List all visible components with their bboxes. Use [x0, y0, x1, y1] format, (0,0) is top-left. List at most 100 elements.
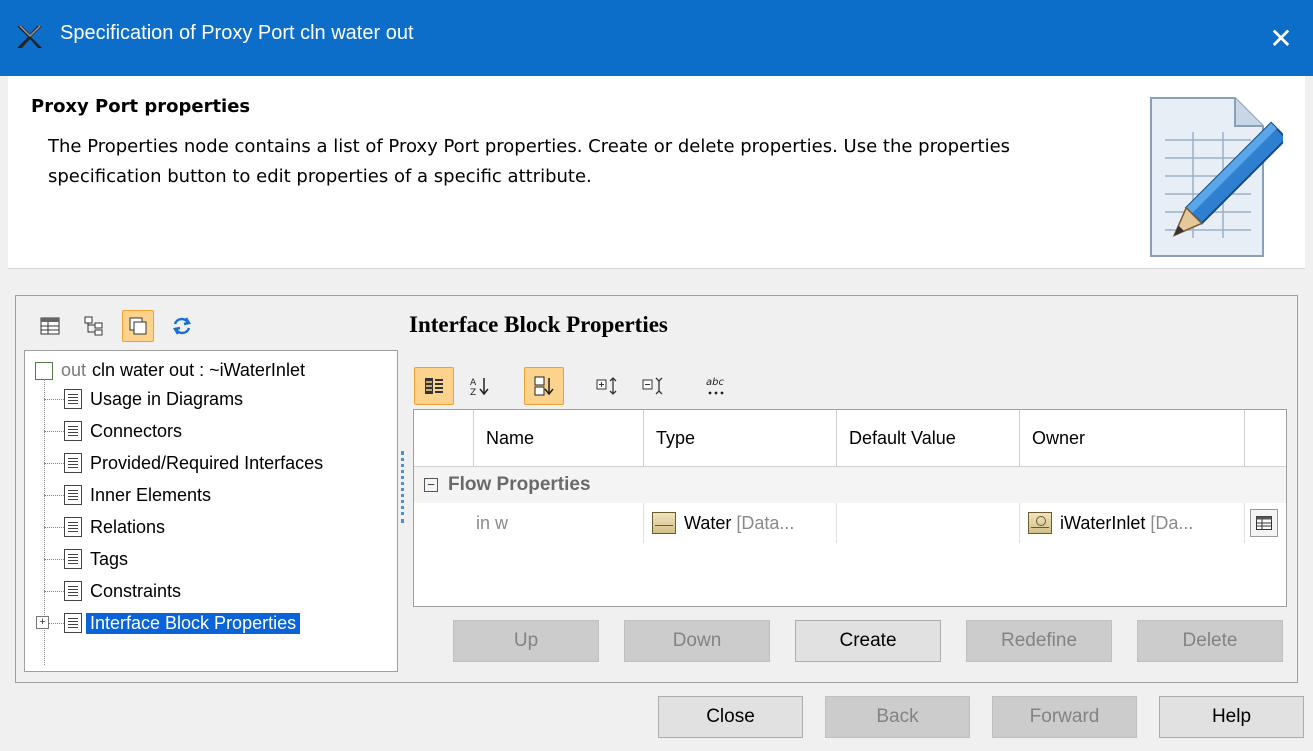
group-by-category-button[interactable]: [414, 367, 454, 405]
tree-item-label: Provided/Required Interfaces: [90, 452, 324, 473]
grid-header: Name Type Default Value Owner: [414, 410, 1286, 467]
sort-alphabetically-button[interactable]: AZ: [460, 367, 500, 405]
header-spacer: [414, 410, 474, 467]
svg-text:Z: Z: [470, 388, 476, 397]
title-bar: Specification of Proxy Port cln water ou…: [0, 0, 1313, 76]
expand-toggle[interactable]: +: [36, 616, 49, 629]
overlap-icon: [129, 317, 147, 335]
window-title: Specification of Proxy Port cln water ou…: [60, 22, 414, 44]
type-suffix: [Data...: [736, 512, 795, 533]
collapse-all-icon: [642, 377, 663, 395]
info-header: Proxy Port properties The Properties nod…: [8, 76, 1305, 269]
tree-item-label: Connectors: [90, 420, 183, 441]
show-table-view-button[interactable]: [34, 310, 66, 342]
node-page-icon: [64, 613, 82, 633]
owner-name: iWaterInlet: [1060, 512, 1146, 533]
open-specification-button[interactable]: [1250, 509, 1278, 537]
column-header-owner[interactable]: Owner: [1020, 410, 1245, 467]
properties-grid: Name Type Default Value Owner − Flow Pro…: [413, 409, 1287, 607]
direction-keyword: out: [61, 360, 87, 380]
cell-owner[interactable]: iWaterInlet [Da...: [1020, 503, 1245, 543]
column-header-default-value[interactable]: Default Value: [837, 410, 1020, 467]
collapse-all-button[interactable]: [634, 367, 674, 405]
tree-item-label: Usage in Diagrams: [90, 388, 244, 409]
column-header-type[interactable]: Type: [644, 410, 837, 467]
sort-az-icon: AZ: [470, 378, 489, 397]
categorize-icon: [425, 378, 443, 394]
row-action-buttons: Up Down Create Redefine Delete: [453, 620, 1283, 662]
group-row-flow-properties[interactable]: − Flow Properties: [414, 467, 1286, 503]
tree-item-interface-block-properties[interactable]: + Interface Block Properties: [36, 609, 301, 637]
app-logo-icon: [14, 22, 44, 52]
cell-name[interactable]: in w: [414, 503, 644, 543]
svg-text:A: A: [470, 378, 477, 388]
forward-button[interactable]: Forward: [992, 696, 1137, 738]
tree-structure-icon: [84, 316, 103, 336]
tree-item-provided-required-interfaces[interactable]: Provided/Required Interfaces: [44, 449, 323, 477]
node-page-icon: [64, 581, 82, 601]
panel-splitter[interactable]: [401, 451, 405, 523]
expand-all-button[interactable]: [588, 367, 628, 405]
svg-text:abc: abc: [706, 377, 724, 388]
group-label: Flow Properties: [448, 474, 591, 495]
sort-type-icon: [534, 376, 554, 396]
specification-tree: out cln water out : ~iWaterInlet Usage i…: [24, 350, 398, 672]
datatype-icon: [652, 512, 676, 534]
node-page-icon: [64, 517, 82, 537]
expand-all-icon: [596, 377, 617, 395]
info-description: The Properties node contains a list of P…: [48, 136, 1011, 187]
refresh-icon: [173, 317, 191, 335]
tree-root-label: cln water out : ~iWaterInlet: [92, 360, 305, 380]
up-button[interactable]: Up: [453, 620, 599, 662]
collapse-group-toggle[interactable]: −: [424, 478, 438, 492]
column-header-name[interactable]: Name: [474, 410, 644, 467]
show-tree-view-button[interactable]: [78, 310, 110, 342]
tree-item-usage-in-diagrams[interactable]: Usage in Diagrams: [44, 385, 243, 413]
back-button[interactable]: Back: [825, 696, 970, 738]
abc-sort-button[interactable]: abc: [698, 367, 738, 405]
close-button[interactable]: Close: [658, 696, 803, 738]
dialog-buttons: Close Back Forward Help: [658, 696, 1304, 738]
show-inherited-button[interactable]: [122, 310, 154, 342]
create-button[interactable]: Create: [795, 620, 941, 662]
info-heading: Proxy Port properties: [31, 96, 251, 117]
node-page-icon: [64, 389, 82, 409]
node-page-icon: [64, 549, 82, 569]
tree-item-label: Constraints: [90, 580, 182, 601]
cell-default-value[interactable]: [837, 503, 1020, 543]
interface-block-icon: [1028, 512, 1052, 534]
type-name: Water: [684, 512, 732, 533]
down-button[interactable]: Down: [624, 620, 770, 662]
owner-suffix: [Da...: [1150, 512, 1194, 533]
tree-item-label: Tags: [90, 548, 129, 569]
node-page-icon: [64, 485, 82, 505]
document-pencil-icon: [1143, 88, 1289, 268]
tree-toolbar: [34, 308, 198, 344]
tree-item-constraints[interactable]: Constraints: [44, 577, 181, 605]
tree-item-label: Relations: [90, 516, 166, 537]
tree-item-label: Interface Block Properties: [86, 612, 301, 634]
main-panel: out cln water out : ~iWaterInlet Usage i…: [15, 295, 1298, 683]
tree-item-relations[interactable]: Relations: [44, 513, 165, 541]
sort-by-type-button[interactable]: [524, 367, 564, 405]
panel-title: Interface Block Properties: [409, 312, 668, 337]
node-page-icon: [64, 421, 82, 441]
redefine-button[interactable]: Redefine: [966, 620, 1112, 662]
tree-root-node[interactable]: out cln water out : ~iWaterInlet: [35, 360, 305, 381]
delete-button[interactable]: Delete: [1137, 620, 1283, 662]
tree-item-inner-elements[interactable]: Inner Elements: [44, 481, 211, 509]
tree-item-connectors[interactable]: Connectors: [44, 417, 182, 445]
cell-type[interactable]: Water [Data...: [644, 503, 837, 543]
properties-toolbar: AZ abc: [414, 366, 738, 406]
refresh-button[interactable]: [166, 310, 198, 342]
node-page-icon: [64, 453, 82, 473]
tree-item-tags[interactable]: Tags: [44, 545, 128, 573]
proxy-port-icon: [35, 361, 53, 380]
table-row[interactable]: in w Water [Data... iWaterInlet [Da...: [414, 503, 1286, 543]
help-button[interactable]: Help: [1159, 696, 1304, 738]
table-icon: [40, 317, 60, 335]
specification-icon: [1256, 516, 1272, 530]
tree-item-label: Inner Elements: [90, 484, 212, 505]
abc-icon: abc: [706, 377, 724, 395]
close-window-button[interactable]: ✕: [1249, 0, 1313, 76]
